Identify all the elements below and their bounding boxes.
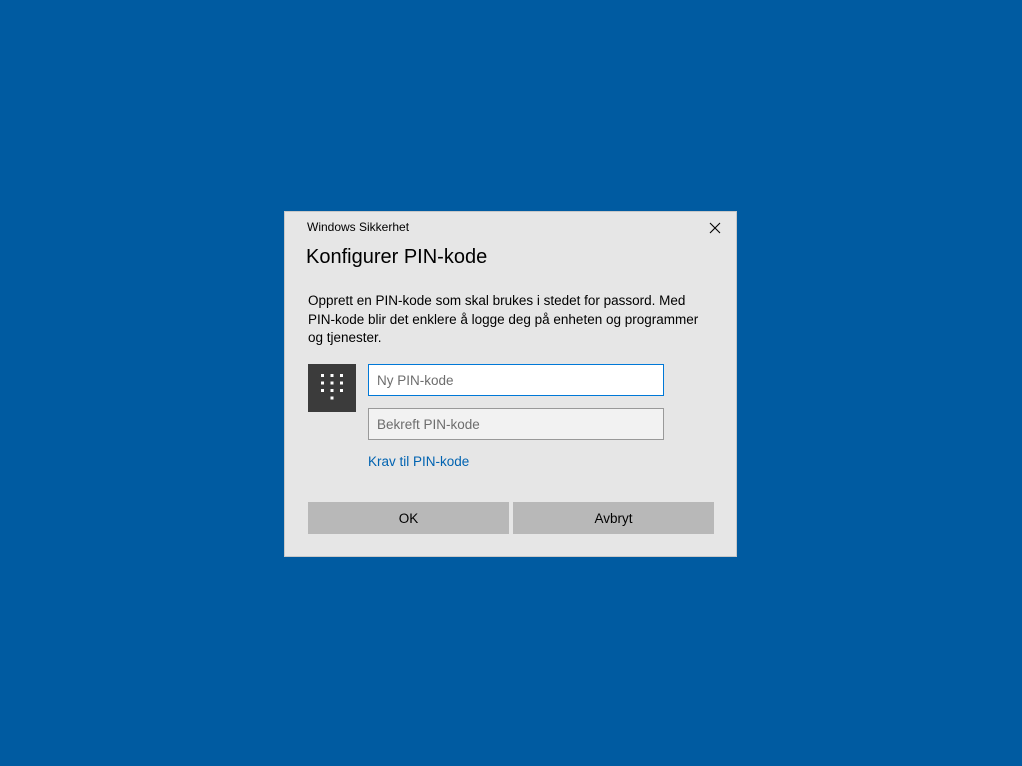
pin-keypad-tile <box>308 364 356 412</box>
cancel-button[interactable]: Avbryt <box>513 502 714 534</box>
close-icon <box>709 222 721 234</box>
pin-requirements-link[interactable]: Krav til PIN-kode <box>368 454 469 469</box>
dialog-title: Konfigurer PIN-kode <box>306 246 488 268</box>
close-button[interactable] <box>702 217 728 239</box>
new-pin-input[interactable] <box>368 364 664 396</box>
dialog-caption: Windows Sikkerhet <box>307 220 410 234</box>
keypad-icon <box>321 374 343 400</box>
ok-button[interactable]: OK <box>308 502 509 534</box>
dialog-description: Opprett en PIN-kode som skal brukes i st… <box>308 293 699 345</box>
desktop-background: Windows Sikkerhet Konfigurer PIN-kode Op… <box>0 0 1022 766</box>
confirm-pin-input[interactable] <box>368 408 664 440</box>
windows-security-dialog: Windows Sikkerhet Konfigurer PIN-kode Op… <box>284 211 737 557</box>
